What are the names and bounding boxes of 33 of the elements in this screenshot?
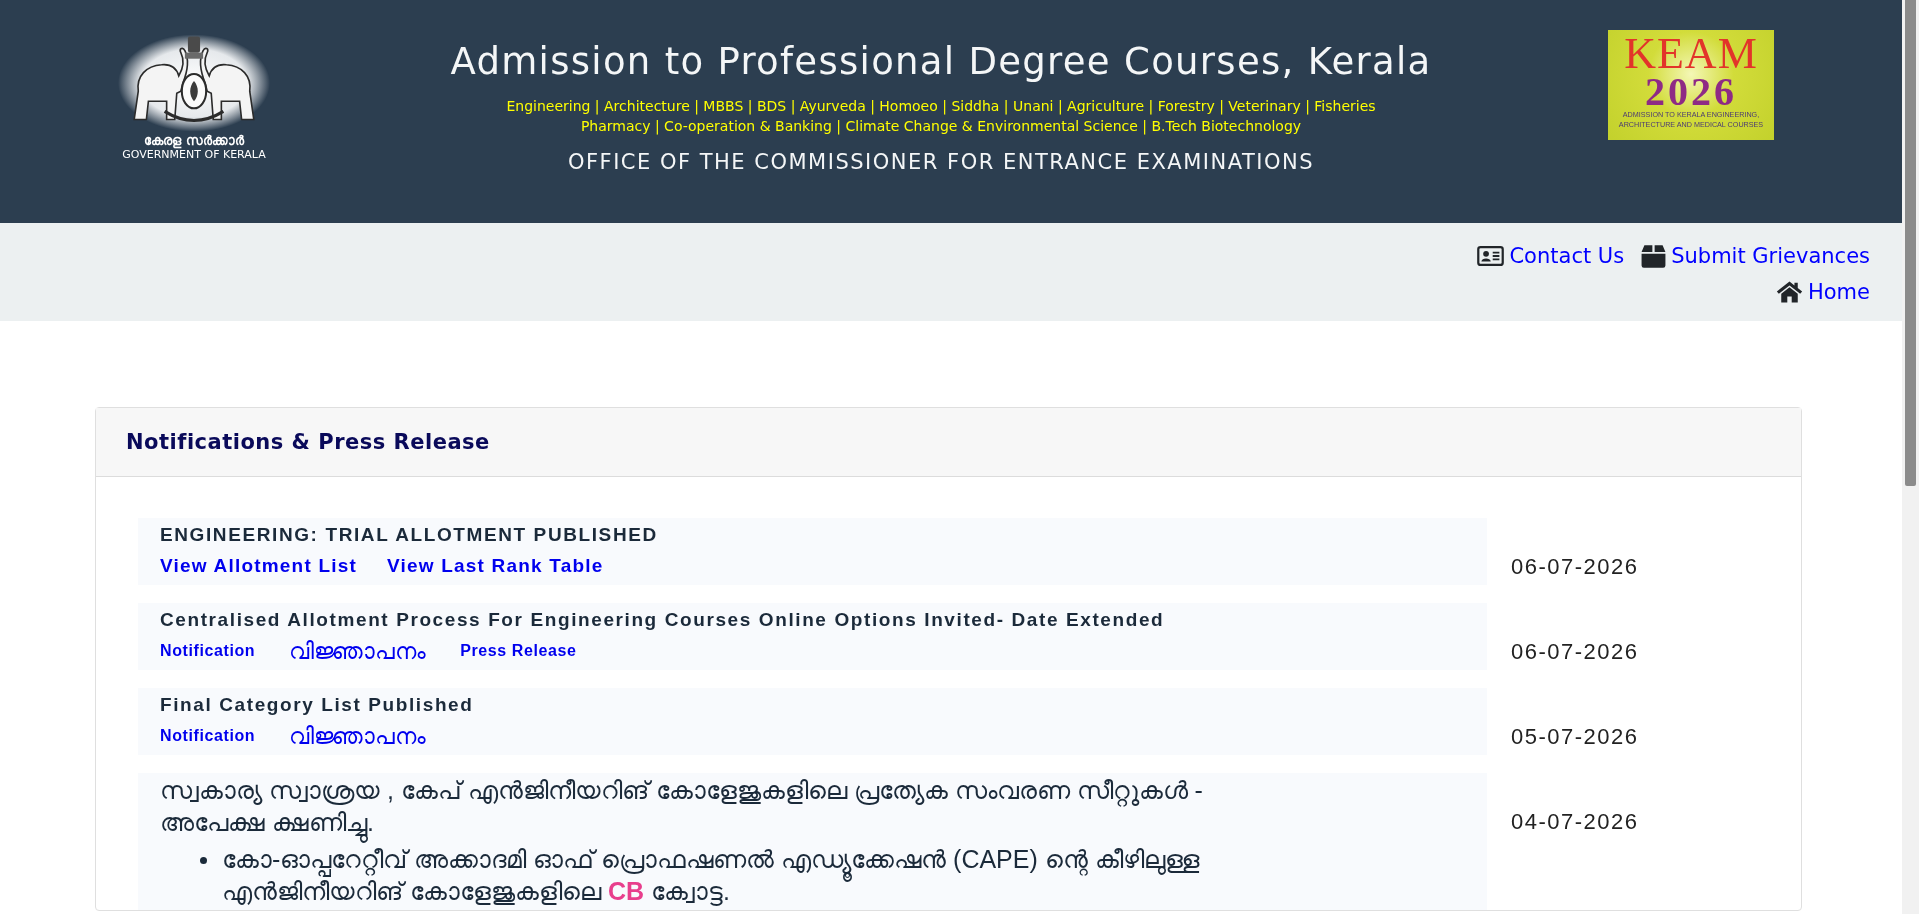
notice-date: 06-07-2026 xyxy=(1511,553,1640,579)
grievance-link[interactable]: Submit Grievances xyxy=(1641,244,1870,268)
notice-title: ENGINEERING: TRIAL ALLOTMENT PUBLISHED xyxy=(160,523,659,547)
notice-title: Final Category List Published xyxy=(160,693,475,717)
office-name: OFFICE OF THE COMMISSIONER FOR ENTRANCE EXAMINATIONS xyxy=(567,149,1315,175)
card-title: Notifications & Press Release xyxy=(126,430,490,454)
bullet-icon xyxy=(200,857,207,864)
notice-link[interactable]: View Allotment List xyxy=(160,554,357,578)
notice-link[interactable]: Press Release xyxy=(460,639,577,663)
notice-link[interactable]: Notification xyxy=(160,724,256,748)
notice-detail: കോ-ഓപ്പറേറ്റീവ് അക്കാദമി ഓഫ് പ്രൊഫഷണൽ എഡ്യൂക്കേഷൻ (CAPE) ന്റെ കീഴിലുള്ള എൻജിനീയറിങ് കോളേജുകളിലെ CB ക്വോട്ട. xyxy=(222,844,1201,908)
notice-link[interactable]: വിജ്ഞാപനം xyxy=(289,724,427,748)
box-icon xyxy=(1641,244,1667,268)
notice-link[interactable]: വിജ്ഞാപനം xyxy=(289,639,427,663)
home-icon xyxy=(1776,281,1803,303)
id-card-icon xyxy=(1477,246,1505,266)
home-link[interactable]: Home xyxy=(1776,280,1870,304)
emblem-caption: GOVERNMENT OF KERALA xyxy=(122,148,266,162)
site-title: Admission to Professional Degree Courses, Kerala xyxy=(450,39,1432,85)
logo-wordmark: KEAM xyxy=(1624,34,1758,74)
notice-date: 04-07-2026 xyxy=(1511,808,1640,834)
logo-year: 2026 xyxy=(1645,74,1737,110)
emblem-caption: കേരള സർക്കാർ xyxy=(144,134,244,149)
notice-link[interactable]: View Last Rank Table xyxy=(387,554,604,578)
notice-title: Centralised Allotment Process For Engineering Courses Online Options Invited- Date Extended xyxy=(160,608,1166,632)
scrollbar-thumb[interactable] xyxy=(1905,0,1916,486)
course-list: Pharmacy | Co-operation & Banking | Climate Change & Environmental Science | B.Tech Biotechnology xyxy=(580,116,1302,136)
notice-date: 06-07-2026 xyxy=(1511,638,1640,664)
notice-title: സ്വകാര്യ സ്വാശ്രയ , കേപ് എൻജിനീയറിങ് കോളേജുകളിലെ പ്രത്യേക സംവരണ സീറ്റുകൾ - അപേക്ഷ ക്ഷണിച്ചു. xyxy=(160,773,1260,843)
contact-link[interactable]: Contact Us xyxy=(1477,244,1625,268)
notice-link[interactable]: Notification xyxy=(160,639,256,663)
course-list: Engineering | Architecture | MBBS | BDS | Ayurveda | Homoeo | Siddha | Unani | Agriculture | Forestry | Veterinary | Fisheries xyxy=(506,96,1376,116)
notice-date: 05-07-2026 xyxy=(1511,723,1640,749)
